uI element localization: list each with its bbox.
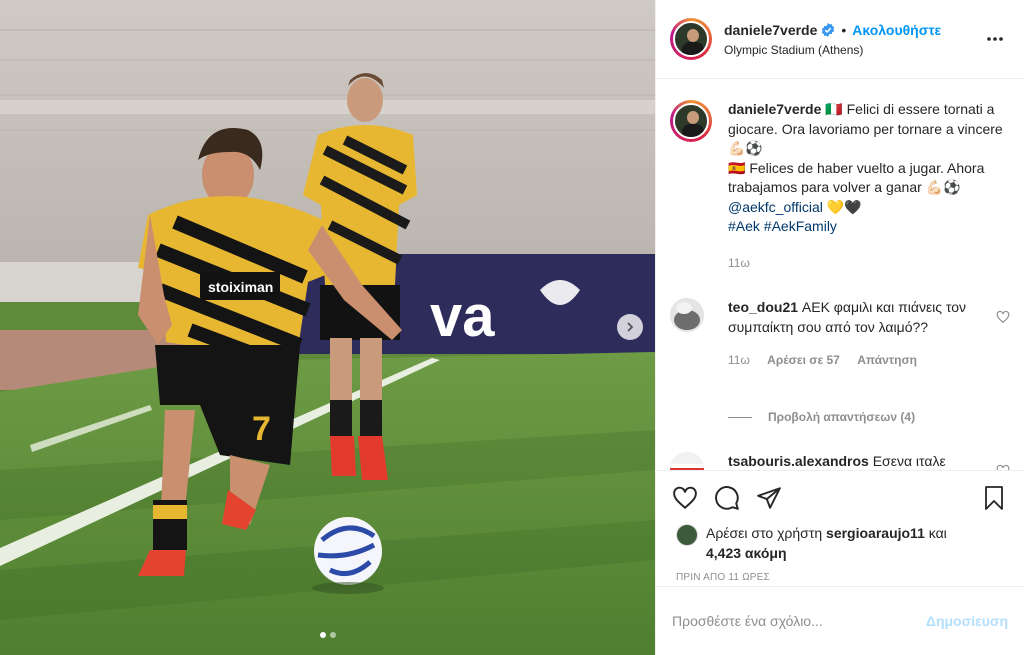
comment-text: Εσενα ιταλε: [872, 453, 946, 469]
share-paper-plane-icon[interactable]: [756, 485, 782, 511]
author-username[interactable]: daniele7verde: [724, 22, 817, 38]
commenter-avatar[interactable]: [670, 298, 704, 332]
carousel-dot: [329, 632, 336, 638]
post-photo[interactable]: va stoiximan 7: [0, 0, 655, 655]
post-location[interactable]: Olympic Stadium (Athens): [724, 43, 941, 57]
comment-item: tsabouris.alexandros Εσενα ιταλε: [670, 452, 1010, 470]
like-heart-icon[interactable]: [672, 485, 698, 511]
follow-button[interactable]: Ακολουθήστε: [852, 22, 941, 38]
post-sidebar: daniele7verde • Ακολουθήστε Olympic Stad…: [655, 0, 1024, 655]
author-avatar[interactable]: [670, 18, 712, 60]
comment-likes[interactable]: Αρέσει σε 57: [767, 353, 840, 367]
caption: daniele7verde 🇮🇹 Felici di essere tornat…: [670, 100, 1010, 273]
photo-scene: va stoiximan 7: [0, 0, 655, 655]
post-comment-button[interactable]: Δημοσίευση: [926, 613, 1008, 629]
chevron-right-icon: [627, 322, 634, 332]
commenter-avatar[interactable]: [670, 452, 704, 470]
header-separator: •: [841, 21, 847, 38]
comment-like-heart-icon[interactable]: [996, 310, 1010, 324]
view-replies-label: Προβολή απαντήσεων (4): [768, 410, 916, 424]
caption-mention[interactable]: @aekfc_official: [728, 199, 823, 215]
post-header: daniele7verde • Ακολουθήστε Olympic Stad…: [656, 0, 1024, 79]
jersey-sponsor: stoiximan: [208, 279, 273, 295]
likes-suffix: και: [928, 525, 947, 541]
carousel-next-button[interactable]: [617, 314, 643, 340]
board-text: va: [430, 284, 495, 349]
caption-username[interactable]: daniele7verde: [728, 101, 821, 117]
view-replies-button[interactable]: Προβολή απαντήσεων (4): [728, 410, 915, 424]
caption-text-spanish: 🇪🇸 Felices de haber vuelto a jugar. Ahor…: [728, 159, 985, 196]
liker-avatar[interactable]: [676, 524, 698, 546]
caption-avatar[interactable]: [670, 100, 712, 142]
post-actions: Αρέσει στο χρήστη sergioaraujo11 και 4,4…: [656, 470, 1024, 586]
caption-hashtags[interactable]: #Aek #AekFamily: [728, 218, 837, 234]
carousel-dots: [0, 632, 655, 638]
likes-count[interactable]: 4,423 ακόμη: [706, 545, 787, 561]
likes-summary: Αρέσει στο χρήστη sergioaraujo11 και 4,4…: [676, 523, 947, 563]
comment-username[interactable]: tsabouris.alexandros: [728, 453, 869, 469]
comment-username[interactable]: teo_dou21: [728, 299, 798, 315]
bookmark-icon[interactable]: [982, 485, 1006, 511]
avatar-image: [670, 452, 704, 470]
add-comment-bar: Προσθέστε ένα σχόλιο... Δημοσίευση: [656, 586, 1024, 655]
verified-badge-icon: [822, 22, 835, 37]
comments-list[interactable]: daniele7verde 🇮🇹 Felici di essere tornat…: [656, 80, 1024, 470]
carousel-dot-active: [319, 632, 326, 638]
liker-username[interactable]: sergioaraujo11: [826, 525, 925, 541]
ellipsis-icon[interactable]: [986, 30, 1004, 48]
caption-emoji: 💛🖤: [826, 198, 862, 215]
comment-item: teo_dou21 ΑΕΚ φαμιλι και πιάνεις τον συμ…: [670, 298, 1010, 371]
reply-button[interactable]: Απάντηση: [857, 353, 917, 367]
comment-time[interactable]: 11ω: [728, 353, 750, 367]
post-timestamp[interactable]: ΠΡΙΝ ΑΠΟ 11 ΩΡΕΣ: [676, 572, 770, 583]
caption-time[interactable]: 11ω: [728, 256, 750, 270]
jersey-number: 7: [252, 410, 271, 448]
likes-prefix: Αρέσει στο χρήστη: [706, 525, 823, 541]
comment-input[interactable]: Προσθέστε ένα σχόλιο...: [672, 613, 926, 629]
avatar-image: [670, 298, 704, 332]
comment-bubble-icon[interactable]: [714, 485, 740, 511]
